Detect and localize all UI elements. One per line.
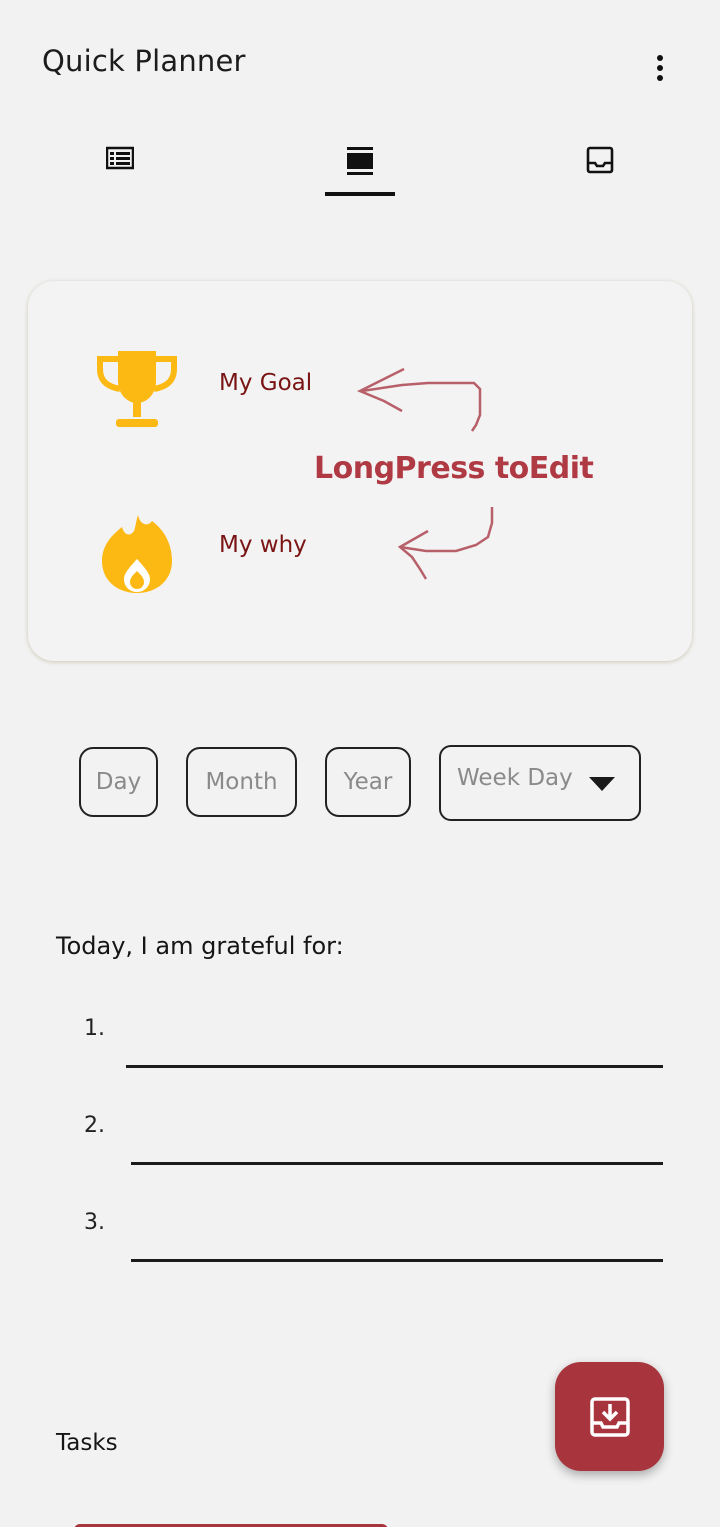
weekday-placeholder: Week Day [457, 765, 573, 791]
year-input[interactable] [327, 749, 409, 815]
dropdown-arrow-icon [589, 777, 615, 791]
gratitude-underline-3 [131, 1259, 663, 1262]
save-to-inbox-icon [589, 1396, 630, 1437]
inbox-icon [586, 146, 614, 174]
tab-card[interactable] [240, 128, 480, 198]
long-press-hint: LongPress toEdit [314, 451, 594, 486]
my-why-label[interactable]: My why [219, 532, 307, 558]
arrow-to-goal [356, 367, 482, 432]
quick-planner-screen: Quick Planner My Goal LongPress toEdit M… [0, 0, 720, 1527]
trophy-icon [97, 351, 177, 427]
my-goal-label[interactable]: My Goal [219, 370, 312, 396]
grateful-heading: Today, I am grateful for: [56, 932, 344, 960]
month-field[interactable] [186, 747, 297, 817]
day-input[interactable] [81, 749, 156, 815]
day-field[interactable] [79, 747, 158, 817]
gratitude-underline-1 [126, 1065, 663, 1068]
selected-tab-indicator [325, 192, 395, 196]
year-field[interactable] [325, 747, 411, 817]
tab-bar [0, 128, 720, 200]
gratitude-number-1: 1. [84, 1016, 105, 1041]
gratitude-number-2: 2. [84, 1113, 105, 1138]
tab-list[interactable] [0, 128, 240, 198]
gratitude-input-2[interactable] [133, 1124, 666, 1164]
gratitude-input-3[interactable] [133, 1221, 666, 1261]
save-fab[interactable] [555, 1362, 664, 1471]
goal-card[interactable]: My Goal LongPress toEdit My why [28, 281, 692, 661]
app-title: Quick Planner [42, 44, 246, 78]
list-icon [106, 146, 134, 170]
weekday-dropdown[interactable]: Week Day [439, 745, 641, 821]
tasks-heading: Tasks [56, 1430, 118, 1456]
card-view-icon [347, 147, 373, 175]
gratitude-input-1[interactable] [128, 1026, 666, 1066]
more-options-button[interactable] [640, 46, 680, 90]
gratitude-underline-2 [131, 1162, 663, 1165]
gratitude-number-3: 3. [84, 1210, 105, 1235]
arrow-to-why [397, 507, 494, 580]
tab-inbox[interactable] [480, 128, 720, 198]
more-vert-icon [657, 55, 663, 81]
flame-icon [102, 515, 172, 593]
month-input[interactable] [188, 749, 295, 815]
